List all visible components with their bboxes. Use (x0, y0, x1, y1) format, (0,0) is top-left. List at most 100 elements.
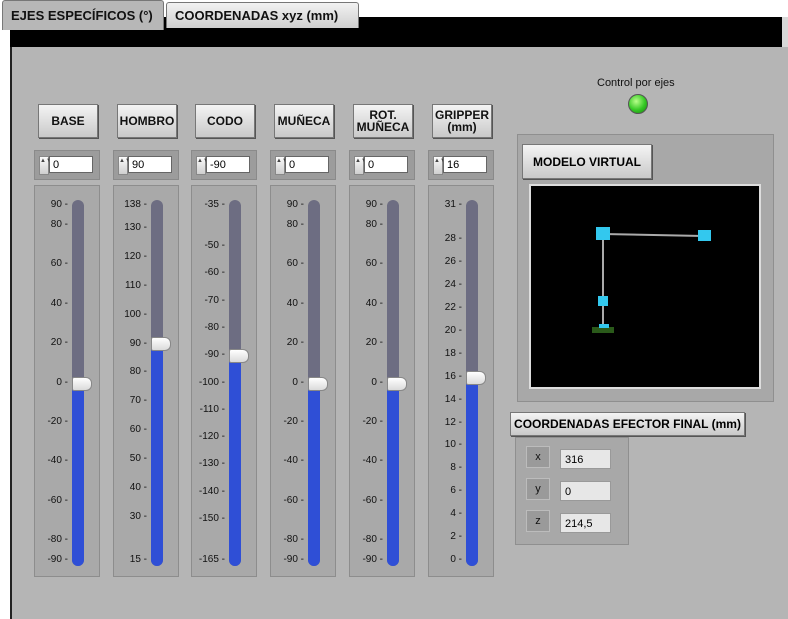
joint-tick-label: -70 - (204, 294, 225, 306)
joint-button-codo[interactable]: CODO (195, 104, 255, 138)
robot-joint-cube (596, 227, 610, 240)
joint-tick-label: 22 - (444, 302, 462, 314)
joint-slider-track-codo[interactable] (229, 200, 241, 566)
spin-arrows-icon[interactable]: ▲▼ (433, 156, 446, 175)
spin-arrows-icon[interactable]: ▲▼ (275, 156, 288, 175)
joint-tick-label: -90 - (283, 554, 304, 565)
coord-z-value: 214,5 (560, 513, 611, 533)
joint-tick-label: 40 - (50, 297, 68, 309)
joint-tick-label: -80 - (47, 534, 68, 546)
joint-button-rot-muneca[interactable]: ROT. MUÑECA (353, 104, 413, 138)
joint-value-input-codo[interactable]: -90 (206, 156, 250, 173)
joint-tick-label: 60 - (129, 424, 147, 436)
joint-tick-label: -60 - (283, 494, 304, 506)
joint-tick-label: -40 - (47, 455, 68, 467)
joint-tick-label: 0 - (450, 554, 462, 565)
joint-slider-fill (151, 342, 163, 566)
spin-arrows-icon[interactable]: ▲▼ (118, 156, 131, 175)
joint-slider-thumb-gripper-mm[interactable] (466, 371, 486, 386)
joint-tick-label: 60 - (50, 258, 68, 270)
coord-x-value: 316 (560, 449, 611, 469)
joint-tick-label: -140 - (198, 485, 225, 497)
control-por-ejes-label: Control por ejes (597, 77, 675, 89)
tab-coordenadas-xyz[interactable]: COORDENADAS xyz (mm) (166, 2, 359, 28)
joint-slider-fill (308, 383, 320, 566)
joint-tick-label: 80 - (129, 366, 147, 378)
joint-tick-label: -40 - (283, 455, 304, 467)
virtual-model-view (529, 184, 761, 389)
modelo-virtual-button[interactable]: MODELO VIRTUAL (522, 144, 652, 179)
joint-tick-label: -110 - (199, 403, 225, 415)
coord-y-label: y (526, 478, 550, 500)
joint-numeric-gripper-mm: ▲▼ 16 (428, 150, 494, 180)
joint-tick-label: 16 - (444, 370, 462, 382)
joint-tick-label: -130 - (198, 458, 225, 470)
joint-numeric-hombro: ▲▼ 90 (113, 150, 179, 180)
joint-tick-label: 6 - (450, 485, 462, 497)
joint-tick-label: 80 - (365, 218, 383, 230)
coord-y-value: 0 (560, 481, 611, 501)
joint-slider-fill (466, 377, 478, 566)
spin-arrows-icon[interactable]: ▲▼ (354, 156, 367, 175)
joint-slider-thumb-muneca[interactable] (308, 377, 328, 391)
joint-tick-label: 110 - (124, 279, 147, 291)
joint-tick-label: 31 - (444, 199, 462, 210)
robot-arm-graphic (592, 227, 711, 333)
joint-value-input-muneca[interactable]: 0 (285, 156, 329, 173)
joint-tick-label: 28 - (444, 233, 462, 245)
joint-tick-label: 100 - (124, 308, 147, 320)
joint-tick-label: 90 - (365, 199, 383, 210)
joint-tick-label: 60 - (365, 258, 383, 270)
joint-tick-label: 2 - (450, 531, 462, 543)
joint-tick-label: 26 - (444, 256, 462, 268)
joint-tick-label: 50 - (129, 452, 147, 464)
joint-tick-label: 14 - (444, 393, 462, 405)
joint-slider-thumb-rot-muneca[interactable] (387, 377, 407, 391)
joint-tick-label: 20 - (365, 337, 383, 349)
joint-tick-label: -35 - (204, 199, 225, 210)
joint-tick-label: -20 - (283, 415, 304, 427)
joint-slider-fill (387, 383, 399, 566)
joint-slider-thumb-hombro[interactable] (151, 336, 171, 351)
joint-tick-label: 24 - (444, 279, 462, 291)
joint-tick-label: 10 - (444, 439, 462, 451)
spin-arrows-icon[interactable]: ▲▼ (196, 156, 209, 175)
joint-button-base[interactable]: BASE (38, 104, 98, 138)
joint-value-input-hombro[interactable]: 90 (128, 156, 172, 173)
joint-numeric-base: ▲▼ 0 (34, 150, 100, 180)
coordenadas-efector-button[interactable]: COORDENADAS EFECTOR FINAL (mm) (510, 412, 745, 436)
joint-tick-label: 40 - (286, 297, 304, 309)
joint-tick-label: 20 - (444, 324, 462, 336)
spin-arrows-icon[interactable]: ▲▼ (39, 156, 52, 175)
joint-tick-label: -60 - (204, 267, 225, 279)
joint-slider-track-hombro[interactable] (151, 200, 163, 566)
joint-numeric-muneca: ▲▼ 0 (270, 150, 336, 180)
joint-tick-label: -90 - (47, 554, 68, 565)
joint-tick-label: 20 - (286, 337, 304, 349)
joint-slider-thumb-base[interactable] (72, 377, 92, 391)
joint-tick-label: -100 - (198, 376, 225, 388)
joint-tick-label: 90 - (129, 337, 147, 349)
joint-tick-label: 60 - (286, 258, 304, 270)
joint-slider-fill (72, 383, 84, 566)
joint-slider-thumb-codo[interactable] (229, 348, 249, 363)
robot-gripper-cube (698, 230, 711, 241)
joint-button-hombro[interactable]: HOMBRO (117, 104, 177, 138)
joint-tick-label: 70 - (129, 395, 147, 407)
joint-button-gripper-mm[interactable]: GRIPPER (mm) (432, 104, 492, 138)
joint-tick-label: 0 - (292, 376, 304, 388)
joint-tick-label: 138 - (124, 199, 147, 210)
joint-tick-label: -50 - (204, 239, 225, 251)
joint-tick-label: -40 - (362, 455, 383, 467)
robot-joint-cube (598, 296, 608, 306)
joint-value-input-base[interactable]: 0 (49, 156, 93, 173)
joint-numeric-rot-muneca: ▲▼ 0 (349, 150, 415, 180)
joint-value-input-rot-muneca[interactable]: 0 (364, 156, 408, 173)
joint-tick-label: -20 - (362, 415, 383, 427)
joint-tick-label: -120 - (198, 431, 225, 443)
joint-value-input-gripper-mm[interactable]: 16 (443, 156, 487, 173)
tab-ejes-especificos[interactable]: EJES ESPECÍFICOS (°) (2, 0, 164, 30)
joint-tick-label: -80 - (204, 321, 225, 333)
joint-tick-label: 130 - (124, 222, 147, 234)
joint-button-muneca[interactable]: MUÑECA (274, 104, 334, 138)
